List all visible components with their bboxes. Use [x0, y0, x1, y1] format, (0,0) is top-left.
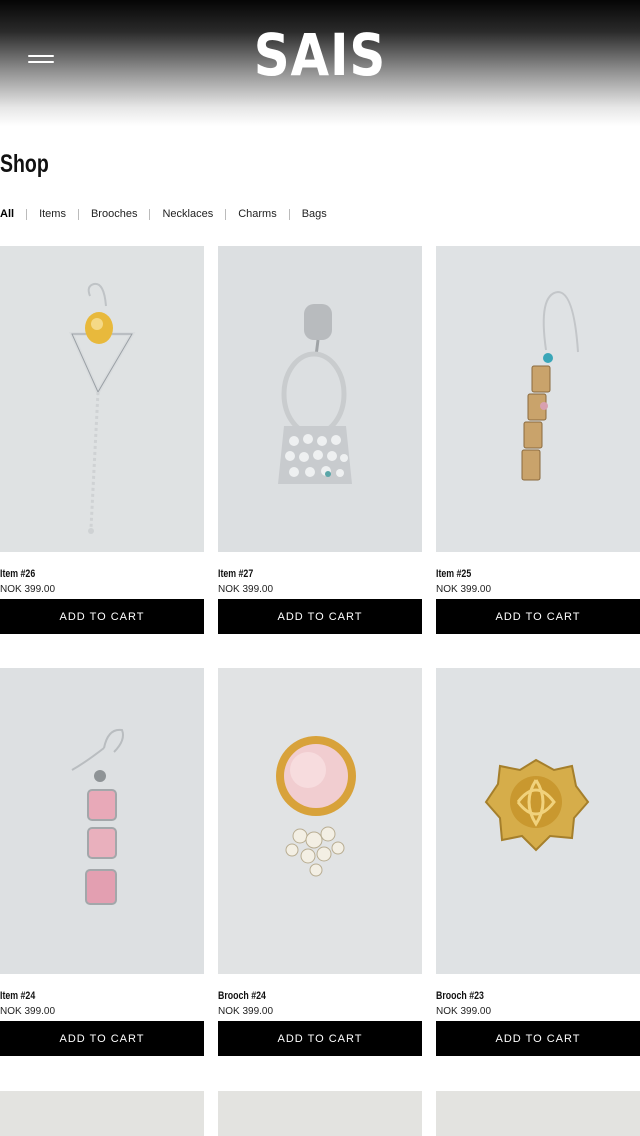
filter-necklaces[interactable]: Necklaces [162, 208, 213, 220]
add-to-cart-button[interactable]: ADD TO CART [0, 1021, 204, 1056]
filter-charms[interactable]: Charms [238, 208, 277, 220]
add-to-cart-button[interactable]: ADD TO CART [436, 599, 640, 634]
product-image-partial[interactable] [218, 1091, 422, 1136]
product-card: Brooch #24 NOK 399.00 ADD TO CART [218, 668, 422, 1056]
filter-divider [288, 208, 290, 220]
add-to-cart-button[interactable]: ADD TO CART [0, 599, 204, 634]
filter-items[interactable]: Items [39, 208, 66, 220]
filter-divider [225, 208, 227, 220]
product-name[interactable]: Item #27 [218, 568, 253, 580]
product-image-partial[interactable] [0, 1091, 204, 1136]
add-to-cart-button[interactable]: ADD TO CART [436, 1021, 640, 1056]
site-header: SAIS [0, 0, 640, 126]
filter-brooches[interactable]: Brooches [91, 208, 137, 220]
product-image[interactable] [218, 668, 422, 974]
product-image-partial[interactable] [436, 1091, 640, 1136]
product-price: NOK 399.00 [218, 584, 274, 595]
product-image[interactable] [218, 246, 422, 552]
product-image[interactable] [436, 668, 640, 974]
product-image[interactable] [0, 668, 204, 974]
product-name[interactable]: Brooch #23 [436, 990, 484, 1002]
site-logo[interactable]: SAIS [45, 26, 595, 84]
product-image[interactable] [0, 246, 204, 552]
filter-bags[interactable]: Bags [302, 208, 327, 220]
add-to-cart-button[interactable]: ADD TO CART [218, 1021, 422, 1056]
filter-divider [77, 208, 79, 220]
product-name[interactable]: Brooch #24 [218, 990, 266, 1002]
product-card: Item #24 NOK 399.00 ADD TO CART [0, 668, 204, 1056]
add-to-cart-button[interactable]: ADD TO CART [218, 599, 422, 634]
product-name[interactable]: Item #26 [0, 568, 35, 580]
product-card: Brooch #23 NOK 399.00 ADD TO CART [436, 668, 640, 1056]
product-price: NOK 399.00 [0, 1006, 56, 1017]
product-name[interactable]: Item #25 [436, 568, 471, 580]
product-price: NOK 399.00 [0, 584, 56, 595]
category-filter-bar: All Items Brooches Necklaces Charms Bags [0, 206, 327, 222]
product-price: NOK 399.00 [436, 584, 492, 595]
product-card: Item #26 NOK 399.00 ADD TO CART [0, 246, 204, 634]
product-name[interactable]: Item #24 [0, 990, 35, 1002]
filter-divider [149, 208, 151, 220]
product-price: NOK 399.00 [436, 1006, 492, 1017]
product-image[interactable] [436, 246, 640, 552]
filter-divider [26, 208, 28, 220]
product-price: NOK 399.00 [218, 1006, 274, 1017]
filter-all[interactable]: All [0, 208, 14, 220]
page-title: Shop [0, 150, 49, 178]
product-card: Item #27 NOK 399.00 ADD TO CART [218, 246, 422, 634]
product-card: Item #25 NOK 399.00 ADD TO CART [436, 246, 640, 634]
